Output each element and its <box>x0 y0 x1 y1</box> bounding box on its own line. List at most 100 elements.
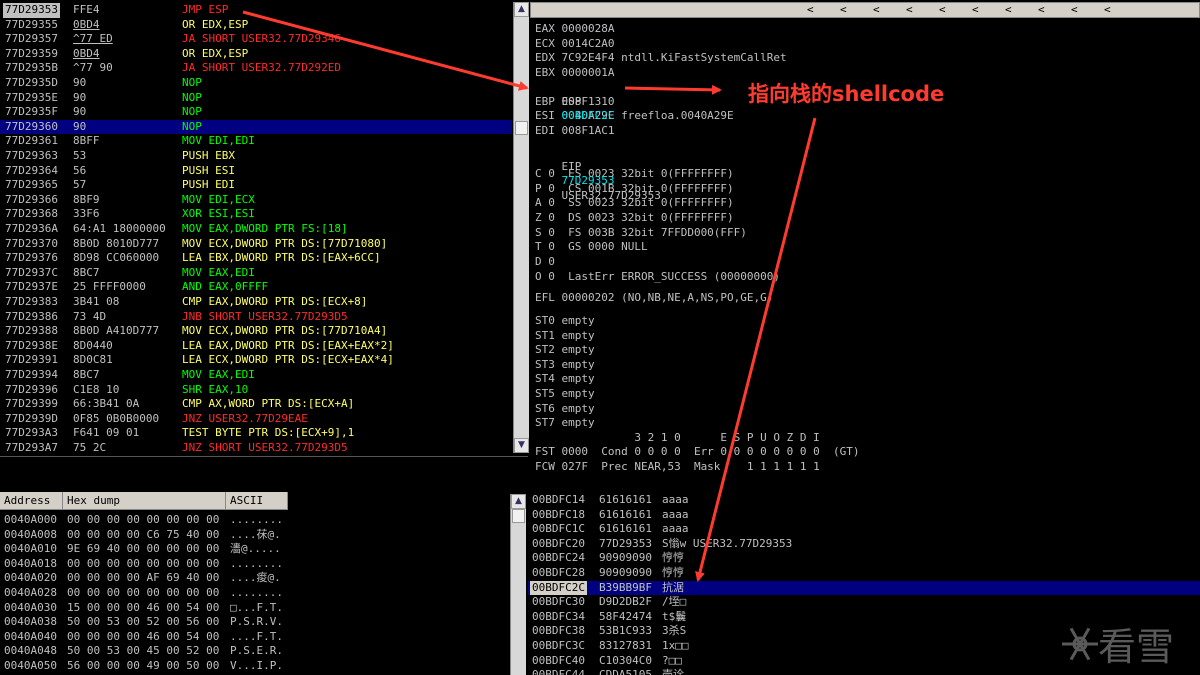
disasm-instruction[interactable]: OR EDX,ESP <box>182 47 248 62</box>
disasm-address[interactable]: 77D2937E <box>5 280 58 295</box>
disasm-hex[interactable]: FFE4 <box>73 3 100 18</box>
disasm-instruction[interactable]: PUSH ESI <box>182 164 235 179</box>
register-line[interactable]: ECX 0014C2A0 <box>535 37 614 52</box>
stack-comment[interactable]: 壳诠 <box>662 668 684 675</box>
disasm-row[interactable]: 77D2935E 90 NOP <box>0 91 512 106</box>
register-line[interactable]: EAX 0000028A <box>535 22 614 37</box>
stack-address[interactable]: 00BDFC3C <box>530 639 587 654</box>
stack-comment[interactable]: 抗涺 <box>662 581 684 596</box>
dump-ascii[interactable]: ....F.T. <box>230 630 283 645</box>
stack-value[interactable]: 61616161 <box>599 522 652 537</box>
disasm-instruction[interactable]: MOV ECX,DWORD PTR DS:[77D71080] <box>182 237 387 252</box>
register-nav-button[interactable]: < <box>873 3 880 17</box>
stack-row[interactable]: 00BDFC2C B39BB9BF 抗涺 <box>528 580 1200 596</box>
disasm-hex[interactable]: 0F85 0B0B0000 <box>73 412 159 427</box>
disasm-address[interactable]: 77D29364 <box>5 164 58 179</box>
disasm-hex[interactable]: 3B41 08 <box>73 295 119 310</box>
dump-address[interactable]: 0040A050 <box>4 659 57 674</box>
register-line[interactable]: ST1 empty <box>535 329 595 344</box>
disasm-hex[interactable]: 8D0440 <box>73 339 113 354</box>
register-line[interactable]: ST3 empty <box>535 358 595 373</box>
disasm-address[interactable]: 77D29365 <box>5 178 58 193</box>
register-eip-value[interactable]: 77D29353 <box>562 174 615 187</box>
disasm-address[interactable]: 77D29353 <box>3 3 60 18</box>
disasm-hex[interactable]: 53 <box>73 149 86 164</box>
disasm-row[interactable]: 77D29370 8B0D 8010D777 MOV ECX,DWORD PTR D… <box>0 237 512 252</box>
dump-hex[interactable]: 00 00 00 00 46 00 54 00 <box>67 630 219 645</box>
disasm-hex[interactable]: 8BC7 <box>73 368 100 383</box>
stack-row[interactable]: 00BDFC30 D9D2DB2F/垤□ <box>528 595 1200 610</box>
disasm-instruction[interactable]: MOV EDI,EDI <box>182 134 255 149</box>
disasm-hex[interactable]: F641 09 01 <box>73 426 139 441</box>
disasm-row[interactable]: 77D29353 FFE4 JMP ESP <box>0 3 512 18</box>
dump-hex[interactable]: 00 00 00 00 00 00 00 00 <box>67 586 219 601</box>
disasm-address[interactable]: 77D293A7 <box>5 441 58 455</box>
disasm-row[interactable]: 77D2936A 64:A1 18000000 MOV EAX,DWORD PTR … <box>0 222 512 237</box>
disasm-hex[interactable]: 8D0C81 <box>73 353 113 368</box>
disasm-hex[interactable]: 8BFF <box>73 134 100 149</box>
disasm-address[interactable]: 77D29370 <box>5 237 58 252</box>
scroll-up-icon[interactable]: ▲ <box>514 2 529 17</box>
disasm-hex[interactable]: 8BC7 <box>73 266 100 281</box>
stack-value[interactable]: 58F42474 <box>599 610 652 625</box>
stack-row[interactable]: 00BDFC20 77D29353 S慃w USER32.77D29353 <box>528 537 1200 552</box>
stack-value[interactable]: 77D29353 <box>599 537 652 552</box>
disasm-instruction[interactable]: JA SHORT USER32.77D29346 <box>182 32 341 47</box>
disasm-instruction[interactable]: PUSH EBX <box>182 149 235 164</box>
disasm-address[interactable]: 77D2935D <box>5 76 58 91</box>
disasm-hex[interactable]: ^77 90 <box>73 61 113 76</box>
register-nav-button[interactable]: < <box>840 3 847 17</box>
register-nav-button[interactable]: < <box>1005 3 1012 17</box>
disasm-row[interactable]: 77D29394 8BC7 MOV EAX,EDI <box>0 368 512 383</box>
dump-hex[interactable]: 00 00 00 00 00 00 00 00 <box>67 557 219 572</box>
register-line[interactable]: S 0 FS 003B 32bit 7FFDD000(FFF) <box>535 226 747 241</box>
dump-address[interactable]: 0040A048 <box>4 644 57 659</box>
stack-comment[interactable]: 悙悙 <box>662 551 684 566</box>
stack-address[interactable]: 00BDFC38 <box>530 624 587 639</box>
stack-address[interactable]: 00BDFC18 <box>530 508 587 523</box>
register-nav-button[interactable]: < <box>1038 3 1045 17</box>
disasm-hex[interactable]: 64:A1 18000000 <box>73 222 166 237</box>
disasm-instruction[interactable]: OR EDX,ESP <box>182 18 248 33</box>
disasm-address[interactable]: 77D29391 <box>5 353 58 368</box>
dump-ascii[interactable]: 瀒@..... <box>230 542 281 557</box>
register-line[interactable]: ST6 empty <box>535 402 595 417</box>
disasm-address[interactable]: 77D29360 <box>5 120 58 135</box>
disasm-hex[interactable]: 0BD4 <box>73 47 100 62</box>
stack-value[interactable]: C10304C0 <box>599 654 652 669</box>
scroll-down-icon[interactable]: ▼ <box>514 438 529 453</box>
disasm-address[interactable]: 77D29399 <box>5 397 58 412</box>
disasm-address[interactable]: 77D29376 <box>5 251 58 266</box>
disasm-instruction[interactable]: NOP <box>182 105 202 120</box>
stack-address[interactable]: 00BDFC24 <box>530 551 587 566</box>
disasm-address[interactable]: 77D29361 <box>5 134 58 149</box>
disasm-row[interactable]: 77D29368 33F6 XOR ESI,ESI <box>0 207 512 222</box>
disasm-instruction[interactable]: MOV EAX,EDI <box>182 266 255 281</box>
register-nav-button[interactable]: < <box>939 3 946 17</box>
dump-address[interactable]: 0040A008 <box>4 528 57 543</box>
disasm-instruction[interactable]: NOP <box>182 91 202 106</box>
disasm-address[interactable]: 77D29386 <box>5 310 58 325</box>
dump-hex[interactable]: 50 00 53 00 45 00 52 00 <box>67 644 219 659</box>
disasm-address[interactable]: 77D29359 <box>5 47 58 62</box>
dump-hex[interactable]: 00 00 00 00 C6 75 40 00 <box>67 528 219 543</box>
disassembly-pane[interactable]: 77D29353 FFE4 JMP ESP 77D29355 0BD4 OR EDX,ES… <box>0 0 512 455</box>
stack-address[interactable]: 00BDFC34 <box>530 610 587 625</box>
disasm-address[interactable]: 77D29388 <box>5 324 58 339</box>
register-line[interactable]: ST7 empty <box>535 416 595 431</box>
dump-ascii[interactable]: ........ <box>230 513 283 528</box>
dump-ascii[interactable]: ....痠@. <box>230 571 281 586</box>
dump-hex[interactable]: 00 00 00 00 AF 69 40 00 <box>67 571 219 586</box>
stack-value[interactable]: 83127831 <box>599 639 652 654</box>
stack-value[interactable]: D9D2DB2F <box>599 595 652 610</box>
disasm-instruction[interactable]: JNB SHORT USER32.77D293D5 <box>182 310 348 325</box>
register-line[interactable]: D 0 <box>535 255 555 270</box>
disasm-instruction[interactable]: XOR ESI,ESI <box>182 207 255 222</box>
disasm-hex[interactable]: 0BD4 <box>73 18 100 33</box>
stack-value[interactable]: 61616161 <box>599 493 652 508</box>
disassembly-scrollbar[interactable]: ▲ ▼ <box>513 2 529 453</box>
dump-header-ascii[interactable]: ASCII <box>226 492 288 510</box>
disasm-address[interactable]: 77D2935E <box>5 91 58 106</box>
dump-header-hex[interactable]: Hex dump <box>63 492 226 510</box>
disasm-instruction[interactable]: JA SHORT USER32.77D292ED <box>182 61 341 76</box>
